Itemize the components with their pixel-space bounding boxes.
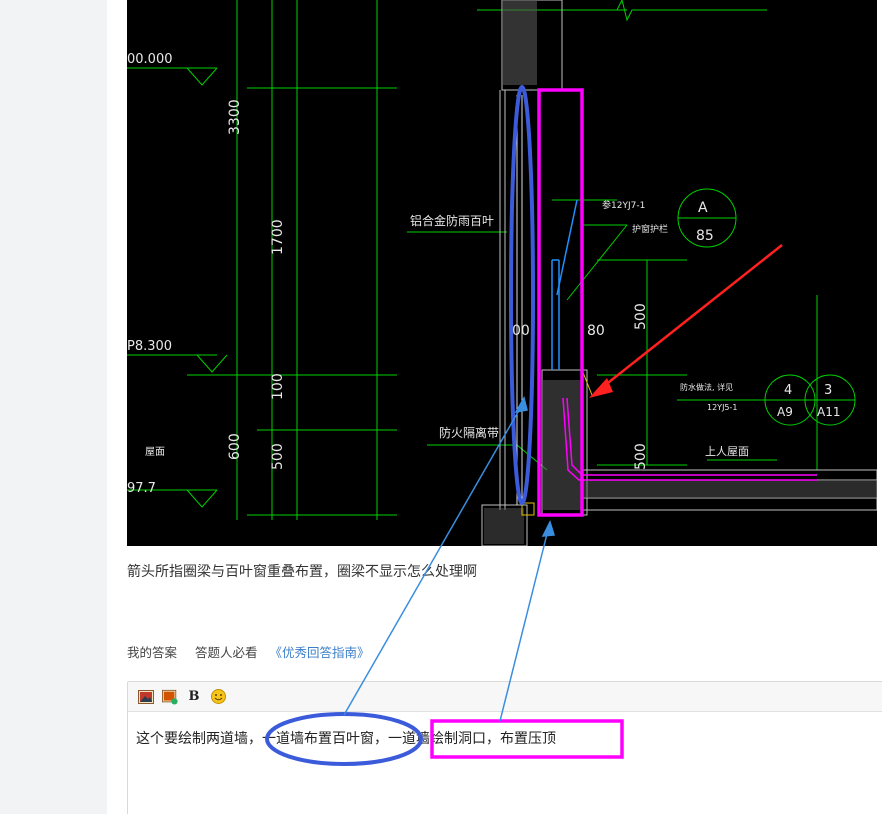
label-roof-top: 上人屋面: [705, 445, 749, 458]
dim-00: 00: [512, 323, 530, 339]
label-guard: 护窗护栏: [632, 223, 668, 235]
bubble-4-bottom: A9: [777, 405, 793, 419]
tab-must-read[interactable]: 答题人必看: [195, 642, 258, 661]
label-roof-left: 屋面: [145, 446, 165, 458]
label-ref2: 12YJ5-1: [707, 403, 738, 412]
bubble-4-top: 4: [784, 383, 792, 398]
dim-500-a: 500: [270, 443, 286, 470]
question-text: 箭头所指圈梁与百叶窗重叠布置，圈梁不显示怎么处理啊: [127, 564, 477, 580]
label-firebreak: 防火隔离带: [439, 425, 499, 440]
bubble-3-top: 3: [824, 383, 832, 398]
dim-600: 600: [227, 433, 243, 460]
left-gutter: [0, 0, 107, 814]
elevation-bottom: 97.7: [127, 481, 156, 496]
guide-link[interactable]: 《优秀回答指南》: [270, 642, 370, 661]
tab-my-answer[interactable]: 我的答案: [127, 642, 177, 661]
cad-drawing-image: 00.000 P8.300 97.7 铝合金防雨百叶 防火隔离带 参12YJ7-…: [127, 0, 877, 546]
editor-toolbar: B: [128, 682, 882, 712]
label-louver: 铝合金防雨百叶: [410, 213, 494, 228]
answer-part-1: 这个要绘制两道墙，: [136, 731, 262, 747]
bubble-a-top: A: [698, 200, 708, 216]
dim-100: 100: [270, 373, 286, 400]
gallery-icon[interactable]: [162, 689, 178, 705]
elevation-mid: P8.300: [127, 339, 172, 354]
answer-part-2: 一道墙布置百叶窗，: [262, 731, 388, 747]
bubble-a-bottom: 85: [696, 228, 714, 244]
dim-3300: 3300: [227, 99, 243, 135]
emoji-icon[interactable]: [210, 689, 226, 705]
bold-button[interactable]: B: [186, 689, 202, 705]
answer-part-4: 道墙绘制洞口，布置压顶: [402, 731, 556, 747]
dim-80: 80: [587, 323, 605, 339]
answer-part-3: 一: [388, 731, 402, 747]
answer-tabs: 我的答案 答题人必看 《优秀回答指南》: [127, 642, 370, 661]
bubble-3-bottom: A11: [817, 405, 840, 419]
dim-500-b: 500: [633, 303, 649, 330]
label-note: 防水做法, 详见: [680, 382, 733, 392]
image-icon[interactable]: [138, 689, 154, 705]
answer-text[interactable]: 这个要绘制两道墙，一道墙布置百叶窗，一道墙绘制洞口，布置压顶: [136, 728, 556, 748]
answer-editor[interactable]: B 这个要绘制两道墙，一道墙布置百叶窗，一道墙绘制洞口，布置压顶: [127, 681, 882, 814]
label-ref: 参12YJ7-1: [602, 199, 645, 211]
dim-1700: 1700: [270, 219, 286, 255]
elevation-top: 00.000: [127, 52, 173, 67]
dim-500-c: 500: [633, 443, 649, 470]
